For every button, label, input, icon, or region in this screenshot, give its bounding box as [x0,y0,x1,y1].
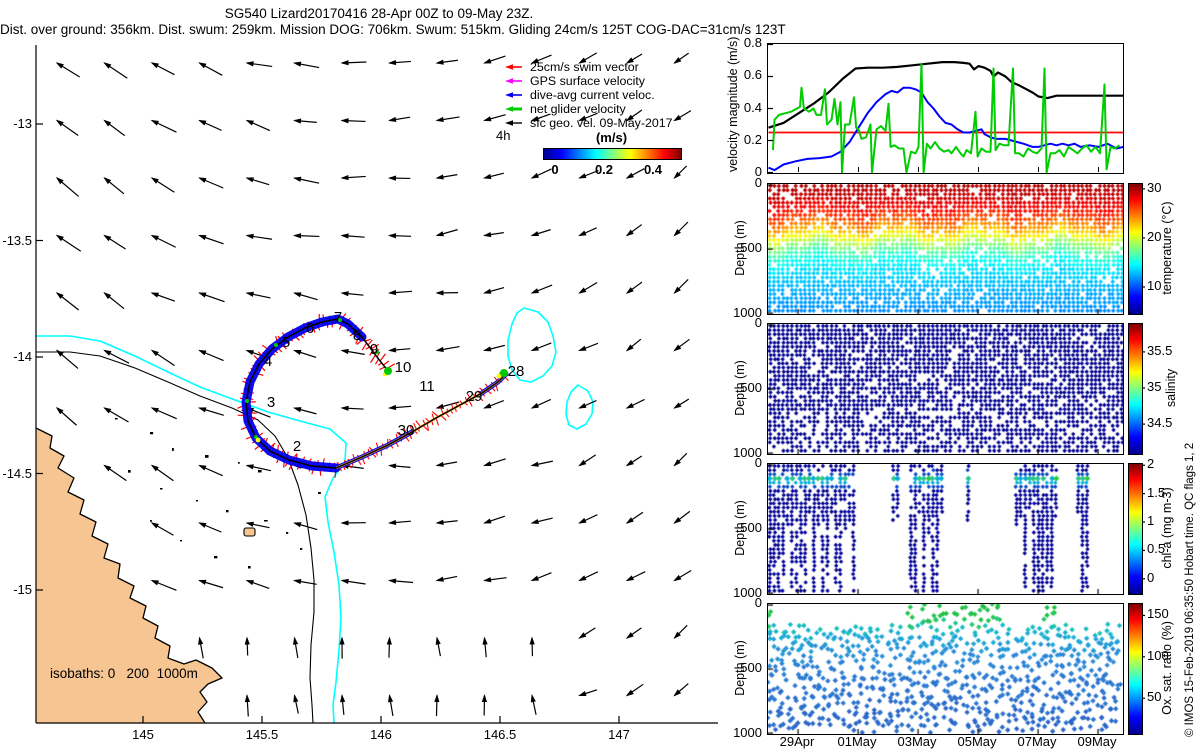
date-tick-label: 09May [1077,734,1117,749]
date-tick-label: 03May [897,734,937,749]
chl-colorbar [1128,463,1143,595]
dive-number-label: 7 [333,309,343,326]
date-tick-label: 29Apr [779,734,815,749]
colorbar-tick-label: 1.5 [1147,484,1166,500]
colorbar-tick-label: 10 [1147,278,1162,293]
temperature-cbar-label: temperature (°C) [1160,201,1174,295]
date-tick-label: 01May [837,734,877,749]
legend-vector-icon [505,92,522,98]
chl-scatter-canvas [768,464,1123,594]
colorbar-tick-label: 2 [1147,456,1155,472]
depth-ytick-label: 1000 [733,725,762,740]
colorbar-tick-label: 50 [1147,689,1162,705]
depth-ytick-label: 500 [740,520,762,535]
isobaths-label: isobaths: 0 200 1000m [50,666,198,681]
dive-number-label: 8 [352,327,362,344]
depth-ytick-label: 0 [754,595,762,610]
legend-item: GPS surface velocity [488,74,698,88]
depth-ytick-label: 500 [740,660,762,675]
figure-title: SG540 Lizard20170416 28-Apr 00Z to 09-Ma… [224,6,534,21]
legend-vector-icon [505,64,522,70]
chl-panel [767,463,1124,595]
depth-ytick-label: 0 [754,315,762,330]
labels-overlay: SG540 Lizard20170416 28-Apr 00Z to 09-Ma… [0,0,1200,750]
map-lon-tick-label: 146.5 [483,727,517,742]
velocity-ytick-label: 0.4 [743,99,762,115]
depth-ytick-label: 500 [740,240,762,255]
depth-ytick-label: 500 [740,380,762,395]
legend-item-label: 25cm/s swim vector [530,60,639,74]
colorbar-tick-label: 100 [1147,647,1169,663]
colorbar-tick-label: 35 [1147,379,1162,394]
seaglider-figure: SG540 Lizard20170416 28-Apr 00Z to 09-Ma… [0,0,1200,750]
oxygen-panel [767,603,1124,735]
salinity-colorbar [1128,323,1143,455]
dive-number-label: 10 [394,359,412,376]
velocity-ytick-label: 0.8 [743,35,762,50]
legend-vector-icon [505,106,522,112]
velocity-panel [767,43,1124,174]
legend-item: 25cm/s swim vector [488,60,698,74]
legend-item: net glider velocity [488,102,698,116]
map-lon-tick-label: 147 [608,727,630,742]
colorbar-tick-label: 0.5 [1147,541,1166,557]
oxygen-cbar-label: Ox. sat. ratio (%) [1160,621,1174,715]
dive-number-label: 11 [419,378,435,395]
depth-ytick-label: 0 [754,455,762,470]
vector-scale-label: 4h [496,128,511,143]
dive-number-label: 28 [507,363,525,380]
velocity-ytick-label: 0.2 [743,131,762,147]
legend-item: dive-avg current veloc. [488,88,698,102]
dive-number-label: 5 [281,334,291,351]
legend-item-label: GPS surface velocity [530,74,646,88]
colorbar-tick-label: 34.5 [1147,415,1173,431]
date-tick-label: 07May [1017,734,1057,749]
depth-ytick-label: 0 [754,175,762,190]
map-lat-tick-label: -14 [13,349,32,364]
colorbar-tick-label: 150 [1147,606,1169,622]
dive-number-label: 4 [263,353,273,370]
map-lon-tick-label: 145 [132,727,154,742]
colorbar-tick-label: 30 [1147,179,1162,195]
legend-vector-icon [505,78,522,84]
velocity-ytick-label: 0.6 [743,67,762,83]
legend-item-label: net glider velocity [530,102,626,116]
map-lon-tick-label: 146 [370,727,392,742]
map-lat-tick-label: -15 [13,582,32,597]
map-lat-tick-label: -14.5 [2,465,32,481]
colorbar-tick-label: 35.5 [1147,342,1173,358]
map-lat-tick-label: -13.5 [2,232,32,248]
map-colorbar-title: (m/s) [595,130,628,145]
oxygen-colorbar [1128,603,1143,735]
temperature-scatter-canvas [768,184,1123,314]
legend-item: sfc geo. vel. 09-May-2017 [488,116,698,130]
velocity-lines [768,43,1124,174]
map-colorbar-tick-label: 0 [551,162,559,177]
map-lon-tick-label: 145.5 [245,727,279,742]
salinity-panel [767,323,1124,455]
figure-subtitle: Dist. over ground: 356km. Dist. swum: 25… [0,22,786,37]
map-colorbar-tick-label: 0.4 [643,162,663,177]
temperature-colorbar [1128,183,1143,315]
dive-number-label: 3 [266,394,276,411]
colorbar-tick-label: 1 [1147,513,1155,529]
temperature-panel [767,183,1124,315]
date-tick-label: 05May [957,734,997,749]
dive-number-label: 2 [292,438,302,455]
legend-item-label: dive-avg current veloc. [530,88,655,102]
dive-number-label: 6 [305,320,315,337]
map-colorbar [543,148,682,160]
colorbar-tick-label: 20 [1147,228,1162,244]
legend-item-label: sfc geo. vel. 09-May-2017 [530,116,673,130]
map-lat-tick-label: -13 [13,116,32,131]
dive-number-label: 29 [465,388,483,405]
colorbar-tick-label: 0 [1147,569,1155,585]
map-colorbar-tick-label: 0.2 [594,162,614,177]
oxygen-scatter-canvas [768,604,1123,734]
map-legend: 25cm/s swim vector GPS surface velocity di… [488,60,698,130]
dive-number-label: 9 [369,341,379,358]
salinity-scatter-canvas [768,324,1123,454]
dive-number-label: 30 [397,422,415,439]
